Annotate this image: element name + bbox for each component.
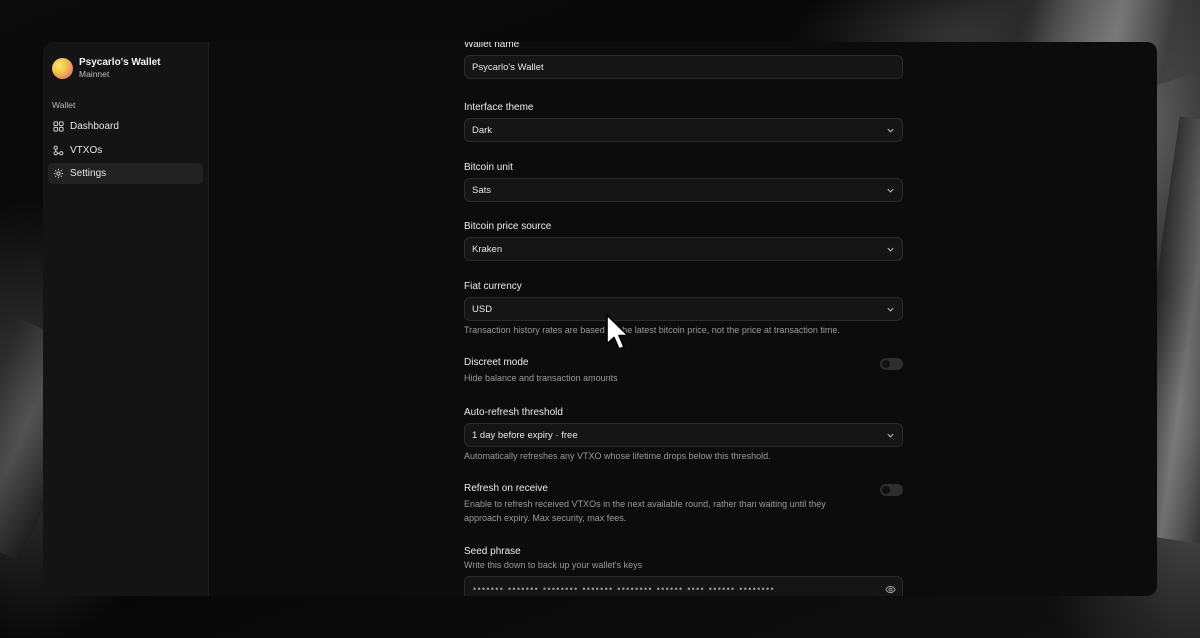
price-source-select[interactable]: Kraken [464, 237, 903, 261]
select-value: Kraken [472, 243, 503, 255]
sidebar-section-label: Wallet [52, 100, 76, 110]
chevron-down-icon [886, 431, 895, 440]
select-value: Dark [472, 124, 493, 136]
network-label: Mainnet [79, 68, 110, 79]
auto-refresh-select[interactable]: 1 day before expiry · free [464, 423, 903, 447]
app-window: Psycarlo's Wallet Mainnet Wallet Dashboa… [43, 42, 1157, 596]
sidebar: Psycarlo's Wallet Mainnet Wallet Dashboa… [43, 42, 209, 596]
grid-icon [53, 121, 64, 132]
field-label: Seed phrase [464, 546, 521, 557]
field-hint: Automatically refreshes any VTXO whose l… [464, 451, 771, 461]
chevron-down-icon [886, 245, 895, 254]
settings-panel: Wallet name Psycarlo's Wallet Interface … [209, 42, 1157, 596]
refresh-on-receive-toggle[interactable] [880, 484, 903, 496]
input-value: Psycarlo's Wallet [472, 61, 544, 73]
wallet-name-input[interactable]: Psycarlo's Wallet [464, 55, 903, 79]
field-label: Interface theme [464, 102, 534, 113]
discreet-mode-toggle[interactable] [880, 358, 903, 370]
seed-phrase-field: Seed phrase Write this down to back up y… [464, 546, 903, 596]
sidebar-item-label: Dashboard [70, 121, 119, 132]
refresh-on-receive-field: Refresh on receive Enable to refresh rec… [464, 483, 903, 546]
nodes-icon [53, 145, 64, 156]
bitcoin-unit-field: Bitcoin unit Sats [464, 162, 903, 221]
chevron-down-icon [886, 186, 895, 195]
auto-refresh-field: Auto-refresh threshold 1 day before expi… [464, 407, 903, 483]
eye-icon[interactable] [885, 584, 896, 595]
field-label: Auto-refresh threshold [464, 407, 563, 418]
field-label: Bitcoin unit [464, 162, 513, 173]
wallet-avatar [52, 57, 73, 79]
field-hint: Write this down to back up your wallet's… [464, 560, 643, 570]
select-value: 1 day before expiry · free [472, 429, 578, 441]
sidebar-item-dashboard[interactable]: Dashboard [48, 116, 203, 137]
bitcoin-unit-select[interactable]: Sats [464, 178, 903, 202]
field-label: Bitcoin price source [464, 221, 552, 232]
fiat-currency-select[interactable]: USD [464, 297, 903, 321]
field-label: Wallet name [464, 42, 520, 50]
price-source-field: Bitcoin price source Kraken [464, 221, 903, 281]
interface-theme-field: Interface theme Dark [464, 102, 903, 162]
mouse-pointer-icon [606, 314, 629, 350]
sidebar-item-vtxos[interactable]: VTXOs [48, 140, 203, 161]
interface-theme-select[interactable]: Dark [464, 118, 903, 142]
field-hint: Hide balance and transaction amounts [464, 373, 618, 383]
select-value: Sats [472, 184, 492, 196]
field-label: Refresh on receive [464, 483, 548, 494]
discreet-mode-field: Discreet mode Hide balance and transacti… [464, 357, 903, 407]
field-label: Discreet mode [464, 357, 529, 368]
seed-phrase-masked: ••••••• ••••••• •••••••• ••••••• •••••••… [473, 584, 775, 594]
select-value: USD [472, 303, 493, 315]
wallet-name: Psycarlo's Wallet [79, 56, 161, 68]
field-label: Fiat currency [464, 281, 522, 292]
sidebar-item-settings[interactable]: Settings [48, 163, 203, 184]
settings-form: Wallet name Psycarlo's Wallet Interface … [464, 42, 903, 596]
sidebar-item-label: Settings [70, 168, 107, 179]
chevron-down-icon [886, 305, 895, 314]
gear-icon [53, 168, 64, 179]
sidebar-item-label: VTXOs [70, 144, 103, 156]
wallet-switcher[interactable]: Psycarlo's Wallet Mainnet [48, 50, 203, 86]
wallet-name-field: Wallet name Psycarlo's Wallet [464, 42, 903, 102]
chevron-down-icon [886, 126, 895, 135]
field-hint: Enable to refresh received VTXOs in the … [464, 499, 826, 523]
field-hint: Transaction history rates are based on t… [464, 325, 840, 335]
seed-phrase-box[interactable]: ••••••• ••••••• •••••••• ••••••• •••••••… [464, 576, 903, 596]
fiat-currency-field: Fiat currency USD Transaction history ra… [464, 281, 903, 357]
